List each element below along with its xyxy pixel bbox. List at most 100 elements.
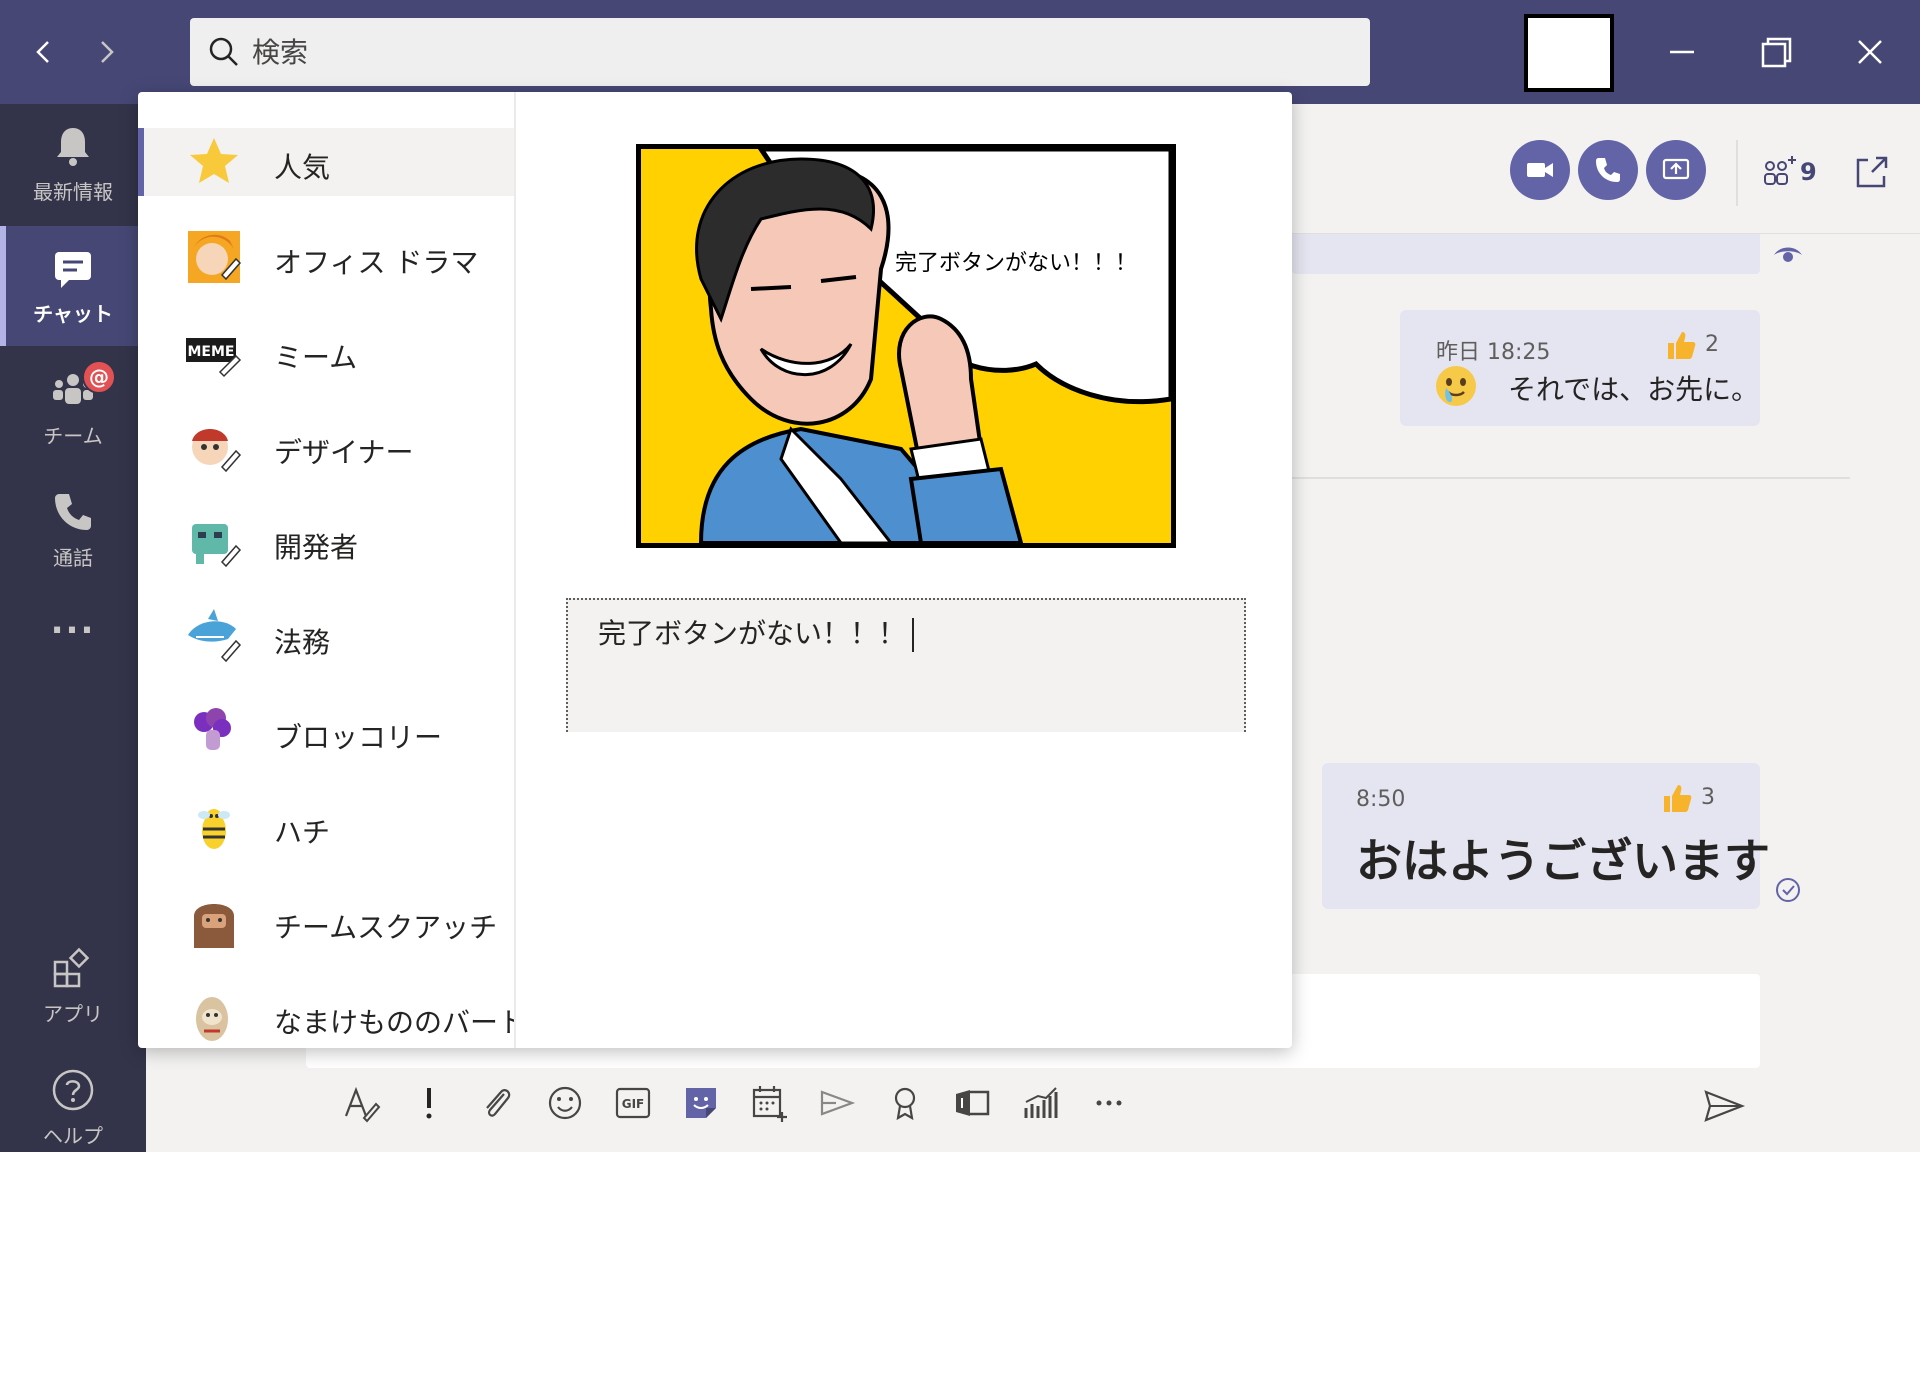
video-call-button[interactable] [1510, 140, 1570, 200]
add-participants-button[interactable]: 9 [1760, 148, 1850, 194]
seen-eye-icon [1774, 247, 1802, 262]
category-popular[interactable]: 人気 [138, 128, 514, 196]
rail-item-activity[interactable]: 最新情報 [0, 104, 146, 224]
category-label: 法務 [274, 626, 331, 659]
legal-shark-icon [188, 609, 242, 663]
category-label: ハチ [274, 816, 331, 849]
forms-icon[interactable] [948, 1078, 998, 1128]
emoji-icon[interactable] [540, 1078, 590, 1128]
rail-item-chat[interactable]: チャット [0, 226, 146, 346]
sloth-icon [196, 997, 228, 1041]
restore-icon[interactable] [1748, 24, 1804, 80]
forward-arrow-icon[interactable] [86, 32, 126, 72]
more-icon: ... [50, 602, 96, 642]
format-icon[interactable] [336, 1078, 386, 1128]
rail-label: ヘルプ [43, 1124, 103, 1148]
popout-icon[interactable] [1852, 152, 1892, 192]
add-people-icon [1764, 156, 1796, 185]
message-text: おはようございます [1356, 834, 1770, 888]
category-legal[interactable]: 法務 [138, 603, 514, 671]
developer-icon [192, 524, 242, 568]
back-arrow-icon[interactable] [24, 32, 64, 72]
phone-icon [1596, 158, 1620, 182]
praise-icon[interactable] [880, 1078, 930, 1128]
profile-avatar[interactable] [1524, 14, 1614, 92]
audio-call-button[interactable] [1578, 140, 1638, 200]
close-icon[interactable] [1842, 24, 1898, 80]
category-meme[interactable]: MEME ミーム [138, 318, 514, 386]
category-label: ブロッコリー [274, 721, 443, 754]
comic-man-sticker-image [641, 149, 1171, 543]
office-drama-icon [188, 231, 242, 283]
rail-label: 最新情報 [33, 180, 113, 204]
sticker-caption-input[interactable]: 完了ボタンがない！！！ [566, 598, 1246, 732]
participant-count: 9 [1800, 158, 1817, 186]
category-label: オフィス ドラマ [274, 246, 479, 279]
category-office-drama[interactable]: オフィス ドラマ [138, 223, 514, 291]
svg-text:MEME: MEME [188, 344, 235, 360]
app-bar: 最新情報 チャット @ チーム 通話 ... アプリ ヘルプ [0, 104, 146, 1152]
important-icon[interactable] [404, 1078, 454, 1128]
category-sloth[interactable]: なまけもののバート [138, 983, 514, 1048]
category-broccoli[interactable]: ブロッコリー [138, 698, 514, 766]
search-icon [209, 37, 238, 66]
mention-badge: @ [82, 360, 116, 394]
message-timestamp: 8:50 [1356, 787, 1406, 812]
send-icon[interactable] [1700, 1082, 1748, 1130]
stream-icon[interactable] [812, 1078, 862, 1128]
rail-item-more[interactable]: ... [0, 592, 146, 662]
category-label: なまけもののバート [274, 1006, 516, 1039]
share-screen-icon [1662, 158, 1690, 180]
rail-item-apps[interactable]: アプリ [0, 926, 146, 1046]
more-options-icon[interactable] [1084, 1078, 1134, 1128]
attach-icon[interactable] [472, 1078, 522, 1128]
schedule-meeting-icon[interactable] [744, 1078, 794, 1128]
face-emoji-icon [1436, 366, 1476, 406]
title-bar [0, 0, 1920, 104]
like-count[interactable]: 2 [1664, 328, 1719, 362]
svg-text:GIF: GIF [622, 1097, 645, 1111]
rail-label: チャット [33, 302, 113, 326]
designer-icon [192, 429, 242, 473]
category-squatch[interactable]: チームスクアッチ [138, 888, 514, 956]
caption-input-value: 完了ボタンがない！！！ [598, 612, 914, 652]
category-developer[interactable]: 開発者 [138, 508, 514, 576]
share-screen-button[interactable] [1646, 140, 1706, 200]
search-input[interactable] [252, 18, 1352, 86]
gif-icon[interactable]: GIF [608, 1078, 658, 1128]
teams-window: 最新情報 チャット @ チーム 通話 ... [0, 0, 1920, 1152]
rail-label: アプリ [43, 1002, 103, 1026]
chat-header: 9 [1292, 104, 1920, 234]
message-bubble[interactable]: 8:50 3 おはようございます [1322, 763, 1770, 909]
thumbs-up-icon [1668, 332, 1696, 359]
category-label: ミーム [274, 341, 358, 374]
category-label: デザイナー [274, 436, 414, 469]
rail-item-help[interactable]: ヘルプ [0, 1048, 146, 1152]
category-label: 開発者 [274, 531, 359, 564]
category-bee[interactable]: ハチ [138, 793, 514, 861]
message-timestamp: 昨日 18:25 [1436, 340, 1551, 365]
polly-icon[interactable] [1016, 1078, 1066, 1128]
meme-icon: MEME [186, 338, 242, 378]
squatch-icon [194, 904, 234, 948]
rail-item-teams[interactable]: @ チーム [0, 348, 146, 468]
read-receipt-icon [1776, 878, 1800, 902]
sticker-preview[interactable]: 完了ボタンがない！！！ [636, 144, 1176, 548]
category-designer[interactable]: デザイナー [138, 413, 514, 481]
phone-icon [55, 494, 91, 530]
rail-label: 通話 [53, 546, 93, 570]
message-bubble[interactable]: 昨日 18:25 2 それでは、お先に。 [1400, 310, 1760, 426]
rail-item-calls[interactable]: 通話 [0, 470, 146, 590]
video-camera-icon [1527, 163, 1553, 177]
bell-icon [57, 128, 89, 166]
like-count[interactable]: 3 [1660, 781, 1715, 815]
bee-icon [198, 809, 230, 849]
header-divider [1736, 140, 1738, 206]
sticker-icon[interactable] [676, 1078, 726, 1128]
category-label: 人気 [274, 151, 331, 184]
compose-toolbar: GIF [330, 1078, 1150, 1130]
apps-icon [53, 947, 90, 988]
sticker-speech-text: 完了ボタンがない！！！ [895, 251, 1138, 276]
search-bar[interactable] [190, 18, 1370, 86]
minimize-icon[interactable] [1654, 24, 1710, 80]
